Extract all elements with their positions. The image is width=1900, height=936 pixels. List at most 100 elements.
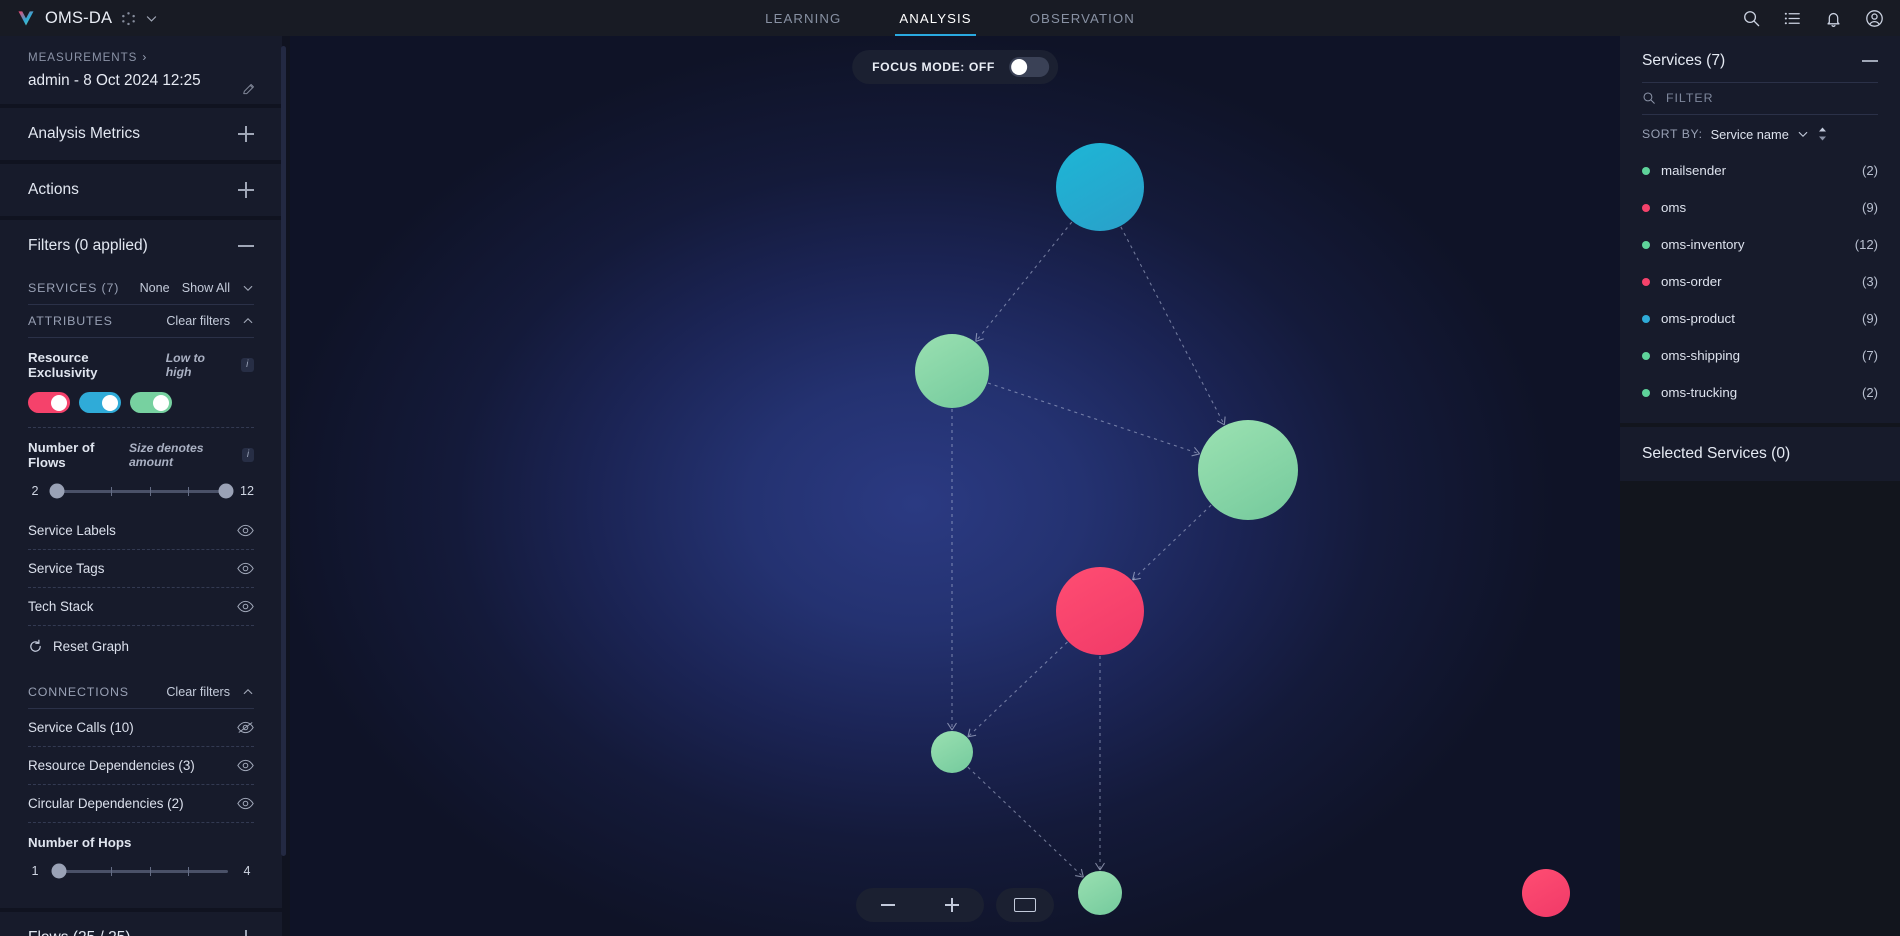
eye-icon[interactable] [237, 797, 254, 810]
option-label: Tech Stack [28, 599, 94, 614]
measurements-panel[interactable]: MEASUREMENTS › admin - 8 Oct 2024 12:25 [0, 36, 282, 104]
info-icon[interactable]: i [242, 448, 254, 462]
search-icon [1643, 92, 1655, 104]
filters-collapse-icon[interactable] [238, 238, 254, 254]
filters-services-none[interactable]: None [140, 281, 170, 295]
service-row[interactable]: oms-order (3) [1642, 263, 1878, 300]
service-count: (2) [1861, 163, 1878, 178]
tab-analysis[interactable]: ANALYSIS [895, 0, 977, 36]
actions-header[interactable]: Actions [28, 164, 254, 216]
flows-min-handle[interactable] [49, 483, 65, 499]
sidebar-scrollbar[interactable] [281, 46, 286, 856]
analysis-metrics-panel: Analysis Metrics [0, 108, 282, 160]
toggle-exclusivity-low[interactable] [28, 392, 70, 413]
option-tech-stack[interactable]: Tech Stack [28, 588, 254, 626]
reset-graph-label: Reset Graph [53, 639, 129, 654]
v-logo-icon [18, 11, 34, 26]
focus-mode-switch[interactable] [1008, 57, 1049, 77]
node-green-bottom[interactable] [1078, 871, 1122, 915]
filters-attributes-label: ATTRIBUTES [28, 314, 113, 328]
graph-canvas[interactable]: FOCUS MODE: OFF [290, 36, 1620, 936]
hops-handle[interactable] [51, 863, 67, 879]
chevron-down-icon[interactable] [1797, 128, 1809, 140]
services-list: mailsender (2) oms (9) oms-inventory (12) oms-… [1620, 150, 1900, 423]
eye-off-icon[interactable] [237, 721, 254, 734]
service-row[interactable]: mailsender (2) [1642, 152, 1878, 189]
connection-circular-dependencies[interactable]: Circular Dependencies (2) [28, 785, 254, 823]
chevron-down-icon[interactable] [242, 282, 254, 294]
number-of-hops-slider[interactable]: 1 4 [28, 850, 254, 892]
filters-header[interactable]: Filters (0 applied) [28, 220, 254, 272]
chevron-up-icon[interactable] [242, 315, 254, 327]
measurements-label[interactable]: MEASUREMENTS › [28, 50, 254, 64]
connection-resource-dependencies[interactable]: Resource Dependencies (3) [28, 747, 254, 785]
account-icon[interactable] [1865, 9, 1884, 28]
chevron-down-icon[interactable] [145, 12, 158, 25]
search-icon[interactable] [1742, 9, 1761, 28]
info-icon[interactable]: i [240, 358, 254, 372]
tab-observation[interactable]: OBSERVATION [1026, 0, 1139, 36]
analysis-metrics-expand-icon[interactable] [238, 126, 254, 142]
service-status-dot [1642, 314, 1650, 323]
number-of-flows-slider[interactable]: 2 12 [28, 470, 254, 512]
services-filter[interactable] [1642, 82, 1878, 115]
filters-services-row: SERVICES (7) None Show All [28, 272, 254, 305]
pencil-icon[interactable] [242, 82, 256, 96]
flows-expand-icon[interactable] [238, 930, 254, 936]
filters-services-show-all[interactable]: Show All [182, 281, 230, 295]
node-pink-center[interactable] [1056, 567, 1144, 655]
flows-track[interactable] [49, 483, 234, 499]
focus-mode-toggle[interactable]: FOCUS MODE: OFF [852, 50, 1058, 84]
toggle-exclusivity-high[interactable] [130, 392, 172, 413]
node-green-left[interactable] [915, 334, 989, 408]
zoom-in-icon[interactable] [938, 891, 966, 919]
sort-by-value[interactable]: Service name [1711, 127, 1789, 142]
sort-arrows-icon[interactable] [1817, 126, 1828, 142]
eye-icon[interactable] [237, 759, 254, 772]
list-icon[interactable] [1783, 9, 1802, 28]
bell-icon[interactable] [1824, 9, 1843, 28]
services-filter-input[interactable] [1666, 91, 1846, 105]
filters-attributes-row: ATTRIBUTES Clear filters [28, 305, 254, 338]
flows-max-handle[interactable] [218, 483, 234, 499]
selected-services-card[interactable]: Selected Services (0) [1620, 427, 1900, 481]
number-of-flows-subtitle: Size denotes amount [129, 441, 204, 469]
option-service-tags[interactable]: Service Tags [28, 550, 254, 588]
node-teal-top[interactable] [1056, 143, 1144, 231]
eye-icon[interactable] [237, 562, 254, 575]
option-service-labels[interactable]: Service Labels [28, 512, 254, 550]
service-row[interactable]: oms-product (9) [1642, 300, 1878, 337]
eye-icon[interactable] [237, 524, 254, 537]
services-collapse-icon[interactable] [1862, 53, 1878, 69]
node-green-right[interactable] [1198, 420, 1298, 520]
eye-icon[interactable] [237, 600, 254, 613]
service-name: oms-trucking [1661, 385, 1738, 400]
actions-expand-icon[interactable] [238, 182, 254, 198]
dots-grid-icon[interactable] [121, 11, 136, 26]
zoom-controls [856, 888, 1054, 922]
node-green-small[interactable] [931, 731, 973, 773]
services-sort: SORT BY: Service name [1620, 115, 1900, 150]
service-row[interactable]: oms-shipping (7) [1642, 337, 1878, 374]
service-row[interactable]: oms (9) [1642, 189, 1878, 226]
filters-attributes-clear[interactable]: Clear filters [166, 314, 230, 328]
hops-track[interactable] [51, 863, 228, 879]
service-row[interactable]: oms-inventory (12) [1642, 226, 1878, 263]
node-pink-right[interactable] [1522, 869, 1570, 917]
toggle-exclusivity-medium[interactable] [79, 392, 121, 413]
connection-service-calls[interactable]: Service Calls (10) [28, 709, 254, 747]
chevron-up-icon[interactable] [242, 686, 254, 698]
resource-exclusivity-title: Resource Exclusivity [28, 350, 98, 380]
fit-to-screen-button[interactable] [996, 888, 1054, 922]
tab-learning[interactable]: LEARNING [761, 0, 845, 36]
filters-connections-clear[interactable]: Clear filters [166, 685, 230, 699]
brand[interactable]: OMS-DA [0, 8, 158, 28]
flows-panel: Flows (25 / 25) [0, 912, 282, 936]
analysis-metrics-header[interactable]: Analysis Metrics [28, 108, 254, 160]
reset-graph-button[interactable]: Reset Graph [28, 626, 254, 660]
zoom-out-icon[interactable] [874, 891, 902, 919]
service-row[interactable]: oms-trucking (2) [1642, 374, 1878, 411]
hops-max-value: 4 [243, 864, 251, 878]
left-sidebar: MEASUREMENTS › admin - 8 Oct 2024 12:25 … [0, 36, 290, 936]
flows-header[interactable]: Flows (25 / 25) [28, 912, 254, 936]
